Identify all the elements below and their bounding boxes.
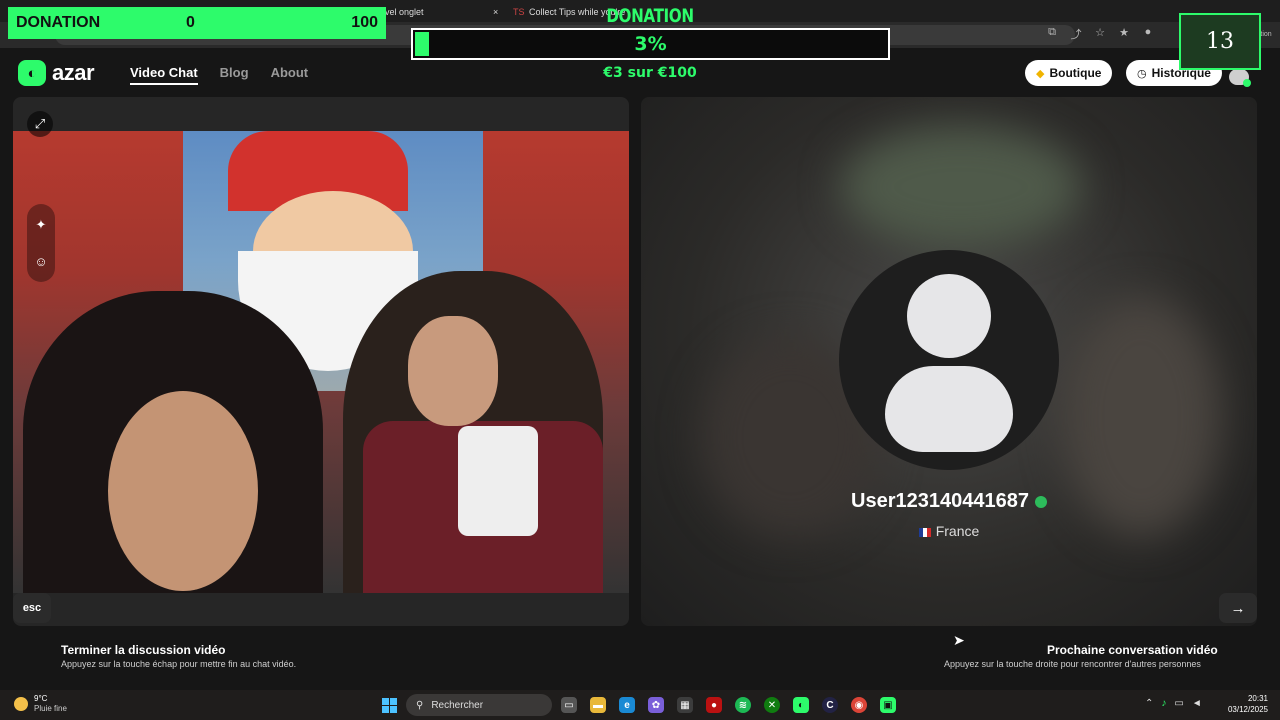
donation-progress-bar: 3% bbox=[411, 28, 890, 60]
nav-blog[interactable]: Blog bbox=[220, 65, 249, 85]
windows-taskbar: 9°C Pluie fine ⚲ Rechercher ▭ ▬ e ✿ ▦ ● … bbox=[0, 690, 1280, 720]
effects-toolbar: ✦ ☺ bbox=[27, 204, 55, 282]
esc-key-button[interactable]: esc bbox=[13, 593, 51, 623]
country-text: France bbox=[935, 523, 980, 539]
app-icon[interactable]: ▣ bbox=[880, 697, 896, 713]
mouse-cursor-icon: ➤ bbox=[953, 632, 965, 648]
chrome-icon[interactable]: ◉ bbox=[851, 697, 867, 713]
taskbar-search[interactable]: ⚲ Rechercher bbox=[406, 694, 552, 716]
end-chat-subtitle: Appuyez sur la touche échap pour mettre … bbox=[61, 659, 297, 669]
azar-logo-icon: ◐ bbox=[18, 60, 46, 86]
next-chat-title: Prochaine conversation vidéo bbox=[1047, 643, 1218, 657]
blur-shape bbox=[841, 127, 1081, 247]
donation-current: 0 bbox=[186, 14, 195, 31]
bookmark-star-icon[interactable]: ☆ bbox=[1093, 26, 1107, 42]
task-view-icon[interactable]: ▭ bbox=[561, 697, 577, 713]
weather-icon bbox=[14, 697, 28, 711]
ccleaner-icon[interactable]: C bbox=[822, 697, 838, 713]
edge-icon[interactable]: e bbox=[619, 697, 635, 713]
search-icon: ⚲ bbox=[416, 699, 424, 711]
donation-banner: DONATION 0 100 bbox=[8, 7, 386, 39]
profile-avatar[interactable] bbox=[1229, 69, 1251, 87]
azar-logo[interactable]: ◐ azar bbox=[18, 60, 95, 86]
verified-badge-icon bbox=[1034, 495, 1047, 508]
donation-max: 100 bbox=[351, 14, 378, 31]
favorites-icon[interactable]: ★ bbox=[1117, 26, 1131, 42]
taskbar-clock[interactable]: 20:31 03/12/2025 bbox=[1226, 693, 1268, 715]
tab-favicon-icon: TS bbox=[513, 7, 525, 17]
france-flag-icon bbox=[918, 527, 931, 537]
clock-date: 03/12/2025 bbox=[1227, 705, 1268, 714]
chevron-up-icon[interactable]: ⌃ bbox=[1145, 698, 1153, 709]
share-icon[interactable]: ⤴ bbox=[1069, 26, 1083, 42]
logo-text: azar bbox=[52, 60, 95, 85]
user-name-text: User123140441687 bbox=[851, 490, 1029, 512]
clock-icon: ◷ bbox=[1137, 67, 1147, 80]
avatar-body bbox=[885, 366, 1013, 452]
sparkle-icon[interactable]: ✦ bbox=[28, 212, 54, 238]
microphone-icon[interactable]: ♪ bbox=[1161, 698, 1166, 709]
next-arrow-button[interactable]: → bbox=[1219, 593, 1257, 623]
azar-app: ◐ azar Video Chat Blog About ◆ Boutique … bbox=[0, 48, 1280, 690]
profile-icon[interactable]: ● bbox=[1141, 26, 1155, 42]
copilot-icon[interactable]: ✿ bbox=[648, 697, 664, 713]
face-filter-icon[interactable]: ☺ bbox=[28, 248, 54, 274]
remote-video-panel: User123140441687 France bbox=[641, 97, 1257, 626]
main-nav: Video Chat Blog About bbox=[130, 65, 308, 85]
donation-goal: €3 sur €100 bbox=[603, 65, 697, 81]
system-tray: ⌃ ♪ ▭ ◄ bbox=[1145, 698, 1202, 709]
browser-tab-new[interactable]: vel onglet bbox=[385, 2, 424, 22]
weather-temp: 9°C bbox=[34, 694, 48, 703]
person-right-face bbox=[408, 316, 498, 426]
search-placeholder: Rechercher bbox=[431, 699, 484, 711]
file-explorer-icon[interactable]: ▬ bbox=[590, 697, 606, 713]
expand-icon[interactable]: ⤢ bbox=[27, 111, 53, 137]
local-video-panel: ⤢ ✦ ☺ bbox=[13, 97, 629, 626]
gem-icon: ◆ bbox=[1036, 67, 1045, 80]
person-left-face bbox=[108, 391, 258, 591]
donation-percent: 3% bbox=[634, 33, 667, 55]
nav-video-chat[interactable]: Video Chat bbox=[130, 65, 198, 85]
remote-user-name: User123140441687 bbox=[641, 490, 1257, 513]
donation-label: DONATION bbox=[16, 14, 101, 31]
viewer-counter: 13 bbox=[1179, 13, 1261, 70]
boutique-label: Boutique bbox=[1049, 66, 1102, 80]
boutique-button[interactable]: ◆ Boutique bbox=[1025, 60, 1113, 86]
default-avatar-icon bbox=[839, 250, 1059, 470]
donation-title: DONATION bbox=[606, 5, 694, 27]
close-tab-icon[interactable]: × bbox=[493, 2, 498, 22]
azar-taskbar-icon[interactable]: ◐ bbox=[793, 697, 809, 713]
remote-user-country: France bbox=[641, 523, 1257, 539]
person-right-jabot bbox=[458, 426, 538, 536]
obs-icon[interactable]: ● bbox=[706, 697, 722, 713]
store-icon[interactable]: ▦ bbox=[677, 697, 693, 713]
weather-desc: Pluie fine bbox=[34, 704, 67, 713]
spotify-icon[interactable]: ≋ bbox=[735, 697, 751, 713]
network-icon[interactable]: ▭ bbox=[1174, 698, 1183, 709]
tab-label: vel onglet bbox=[385, 7, 424, 17]
browser-action-icons: ⧉ ⤴ ☆ ★ ● bbox=[1045, 26, 1155, 42]
next-chat-subtitle: Appuyez sur la touche droite pour rencon… bbox=[944, 659, 1201, 669]
weather-widget[interactable]: 9°C Pluie fine bbox=[14, 694, 67, 714]
avatar-head bbox=[907, 274, 991, 358]
local-video-feed bbox=[13, 131, 629, 593]
clock-time: 20:31 bbox=[1247, 694, 1268, 703]
volume-icon[interactable]: ◄ bbox=[1192, 698, 1202, 709]
open-app-icon[interactable]: ⧉ bbox=[1045, 26, 1059, 42]
xbox-icon[interactable]: ✕ bbox=[764, 697, 780, 713]
nav-about[interactable]: About bbox=[271, 65, 309, 85]
end-chat-title: Terminer la discussion vidéo bbox=[61, 643, 226, 657]
windows-start-icon[interactable] bbox=[382, 698, 397, 713]
